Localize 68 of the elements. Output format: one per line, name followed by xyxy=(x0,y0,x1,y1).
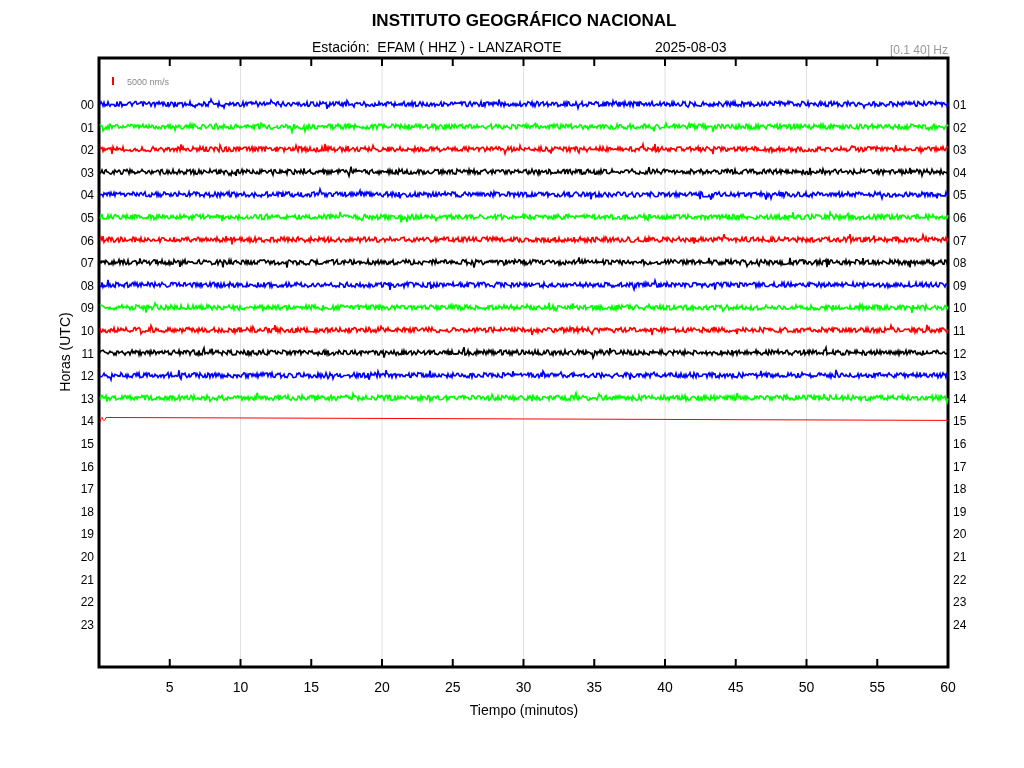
hour-label: 14 xyxy=(953,391,967,406)
hour-label: 10 xyxy=(80,324,94,338)
hour-label: 22 xyxy=(80,595,94,610)
scale-bar xyxy=(112,77,114,85)
hour-label: 08 xyxy=(953,256,967,271)
hour-label: 09 xyxy=(80,301,94,316)
x-axis-label: Tiempo (minutos) xyxy=(469,702,579,718)
hour-label: 06 xyxy=(80,233,94,248)
hour-label: 20 xyxy=(953,527,967,542)
tick-label: 25 xyxy=(444,679,461,695)
hour-label: 04 xyxy=(80,188,94,203)
hour-label: 02 xyxy=(80,143,94,158)
tick-label: 50 xyxy=(798,679,815,695)
hour-label: 01 xyxy=(953,98,967,112)
hour-label: 02 xyxy=(953,120,967,135)
hour-label: 24 xyxy=(953,617,967,632)
hour-label: 04 xyxy=(953,165,967,180)
hour-label: 13 xyxy=(953,369,967,384)
hour-label: 03 xyxy=(953,143,967,158)
scale-label: 5000 nm/s xyxy=(127,77,170,87)
hour-label: 06 xyxy=(953,211,967,225)
date-label: 2025-08-03 xyxy=(655,39,727,55)
filter-label: [0.1 40] Hz xyxy=(889,43,948,57)
tick-label: 15 xyxy=(303,679,320,695)
tick-label: 60 xyxy=(940,679,956,695)
hour-label: 20 xyxy=(80,550,94,564)
hour-label: 15 xyxy=(953,414,967,429)
tick-label: 30 xyxy=(515,679,532,695)
tick-label: 45 xyxy=(727,679,744,695)
hour-label: 14 xyxy=(80,414,94,429)
hour-label: 08 xyxy=(80,278,94,293)
hour-label: 07 xyxy=(80,256,94,271)
tick-label: 10 xyxy=(232,679,249,695)
hour-label: 11 xyxy=(81,346,94,361)
tick-label: 35 xyxy=(586,679,603,695)
hour-label: 16 xyxy=(953,437,967,451)
tick-label: 20 xyxy=(374,679,390,695)
hour-label: 01 xyxy=(80,120,94,135)
hour-label: 21 xyxy=(80,572,94,587)
hour-label: 18 xyxy=(953,482,967,497)
hour-label: 13 xyxy=(80,391,94,406)
hour-label: 12 xyxy=(953,346,967,361)
hour-label: 11 xyxy=(953,324,966,338)
hour-label: 15 xyxy=(80,437,94,451)
hour-label: 19 xyxy=(953,504,967,519)
hour-label: 09 xyxy=(953,278,967,293)
hour-label: 21 xyxy=(953,550,967,564)
hour-label: 19 xyxy=(80,527,94,542)
hour-label: 00 xyxy=(80,98,94,112)
y-axis-label: Horas (UTC) xyxy=(57,312,73,392)
hour-label: 16 xyxy=(80,459,94,474)
hour-label: 17 xyxy=(80,482,94,497)
hour-label: 18 xyxy=(80,504,94,519)
hour-label: 23 xyxy=(80,617,94,632)
hour-label: 03 xyxy=(80,165,94,180)
hour-label: 17 xyxy=(953,459,967,474)
hour-label: 23 xyxy=(953,595,967,610)
hour-label: 10 xyxy=(953,301,967,316)
station-label: Estación: EFAM ( HHZ ) - LANZAROTE xyxy=(312,39,562,55)
hour-label: 05 xyxy=(80,211,94,225)
hour-label: 12 xyxy=(80,369,94,384)
tick-label: 55 xyxy=(869,679,886,695)
tick-label: 40 xyxy=(657,679,673,695)
tick-label: 5 xyxy=(165,679,174,695)
hour-label: 07 xyxy=(953,233,967,248)
hour-label: 22 xyxy=(953,572,967,587)
hour-label: 05 xyxy=(953,188,967,203)
chart-title: INSTITUTO GEOGRÁFICO NACIONAL xyxy=(371,11,677,30)
